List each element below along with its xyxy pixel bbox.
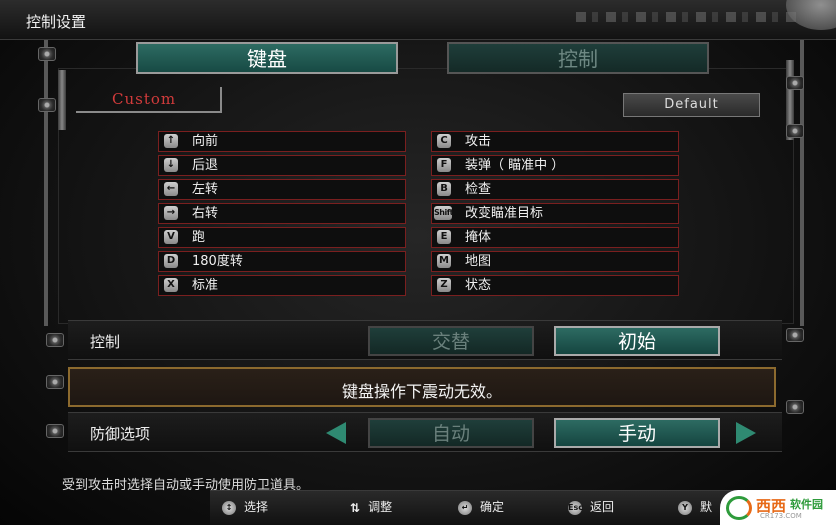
- title-bar: 控制设置: [0, 0, 836, 40]
- binding-row[interactable]: ↑ 向前: [158, 131, 406, 152]
- watermark-url: CR173.COM: [760, 512, 802, 520]
- arrow-right-icon[interactable]: [736, 422, 756, 444]
- binding-action: 检查: [465, 182, 492, 197]
- rivet-icon: [786, 76, 804, 90]
- tab-keyboard[interactable]: 键盘: [136, 42, 398, 74]
- hint-back: Esc 返回: [568, 498, 614, 515]
- tab-controller[interactable]: 控制: [447, 42, 709, 74]
- key-up-icon: ↑: [164, 134, 178, 148]
- default-button[interactable]: Default: [623, 93, 760, 117]
- binding-row[interactable]: ↓ 后退: [158, 155, 406, 176]
- title-decoration: [576, 12, 796, 22]
- window-title: 控制设置: [26, 13, 87, 31]
- key-x-icon: X: [164, 278, 178, 292]
- binding-row[interactable]: Z 状态: [431, 275, 679, 296]
- binding-row[interactable]: D 180度转: [158, 251, 406, 272]
- key-shift-icon: Shift: [434, 206, 454, 220]
- hint-default: Y默: [678, 498, 712, 515]
- adjust-arrows-icon: ⇅: [350, 500, 361, 515]
- rivet-icon: [786, 328, 804, 342]
- site-watermark: 西西 软件园 CR173.COM: [720, 490, 836, 525]
- rivet-icon: [38, 98, 56, 112]
- binding-row[interactable]: B 检查: [431, 179, 679, 200]
- rivet-icon: [46, 333, 64, 347]
- hint-select: ↕ 选择: [222, 498, 268, 515]
- message-bar: 键盘操作下震动无效。: [68, 367, 776, 407]
- rivet-icon: [786, 124, 804, 138]
- binding-action: 后退: [192, 158, 219, 173]
- defense-option-label: 防御选项: [90, 425, 151, 443]
- binding-row[interactable]: F 装弹（ 瞄准中 ）: [431, 155, 679, 176]
- control-default-button[interactable]: 初始: [554, 326, 720, 356]
- key-down-icon: ↓: [164, 158, 178, 172]
- binding-action: 地图: [465, 254, 492, 269]
- rivet-icon: [46, 424, 64, 438]
- binding-row[interactable]: → 右转: [158, 203, 406, 224]
- control-settings-screen: 控制设置 键盘 控制 Custom Default ↑ 向前 ↓ 后退 ← 左转…: [0, 0, 836, 525]
- watermark-logo-icon: [726, 496, 752, 520]
- message-text: 键盘操作下震动无效。: [341, 382, 502, 401]
- control-option-row: 控制 交替 初始: [68, 320, 782, 360]
- enter-key-icon: ↵: [458, 500, 472, 515]
- key-left-icon: ←: [164, 182, 178, 196]
- hint-adjust: ⇅ 调整: [350, 498, 392, 515]
- key-c-icon: C: [437, 134, 451, 148]
- defense-auto-button[interactable]: 自动: [368, 418, 534, 448]
- defense-option-row: 防御选项 自动 手动: [68, 412, 782, 452]
- binding-action: 状态: [465, 278, 492, 293]
- binding-row[interactable]: X 标准: [158, 275, 406, 296]
- corner-ornament: [786, 0, 836, 30]
- key-b-icon: B: [437, 182, 451, 196]
- binding-action: 攻击: [465, 134, 492, 149]
- binding-row[interactable]: Shift 改变瞄准目标: [431, 203, 679, 224]
- key-v-icon: V: [164, 230, 178, 244]
- binding-action: 改变瞄准目标: [465, 206, 544, 221]
- key-z-icon: Z: [437, 278, 451, 292]
- binding-action: 装弹（ 瞄准中 ）: [465, 158, 565, 173]
- control-alternate-button[interactable]: 交替: [368, 326, 534, 356]
- binding-action: 跑: [192, 230, 206, 245]
- rivet-icon: [46, 375, 64, 389]
- binding-action: 右转: [192, 206, 219, 221]
- binding-action: 标准: [192, 278, 219, 293]
- control-option-label: 控制: [90, 333, 121, 351]
- dpad-icon: ↕: [222, 500, 236, 515]
- binding-row[interactable]: V 跑: [158, 227, 406, 248]
- hint-label: 返回: [590, 500, 615, 514]
- binding-action: 掩体: [465, 230, 492, 245]
- y-key-icon: Y: [678, 500, 692, 515]
- key-f-icon: F: [437, 158, 451, 172]
- hint-label: 选择: [244, 500, 269, 514]
- rivet-icon: [38, 47, 56, 61]
- binding-row[interactable]: E 掩体: [431, 227, 679, 248]
- binding-action: 向前: [192, 134, 219, 149]
- key-m-icon: M: [437, 254, 451, 268]
- binding-action: 180度转: [192, 254, 243, 269]
- preset-name: Custom: [76, 87, 222, 113]
- binding-row[interactable]: M 地图: [431, 251, 679, 272]
- arrow-left-icon[interactable]: [326, 422, 346, 444]
- watermark-tag: 软件园: [790, 498, 823, 511]
- key-e-icon: E: [437, 230, 451, 244]
- frame-post-left: [58, 70, 66, 130]
- defense-manual-button[interactable]: 手动: [554, 418, 720, 448]
- hint-label: 调整: [368, 500, 393, 514]
- binding-action: 左转: [192, 182, 219, 197]
- key-right-icon: →: [164, 206, 178, 220]
- hint-label: 默: [700, 500, 713, 514]
- rivet-icon: [786, 400, 804, 414]
- hint-label: 确定: [480, 500, 505, 514]
- binding-row[interactable]: ← 左转: [158, 179, 406, 200]
- key-d-icon: D: [164, 254, 178, 268]
- hint-confirm: ↵ 确定: [458, 498, 504, 515]
- esc-key-icon: Esc: [568, 500, 583, 515]
- binding-row[interactable]: C 攻击: [431, 131, 679, 152]
